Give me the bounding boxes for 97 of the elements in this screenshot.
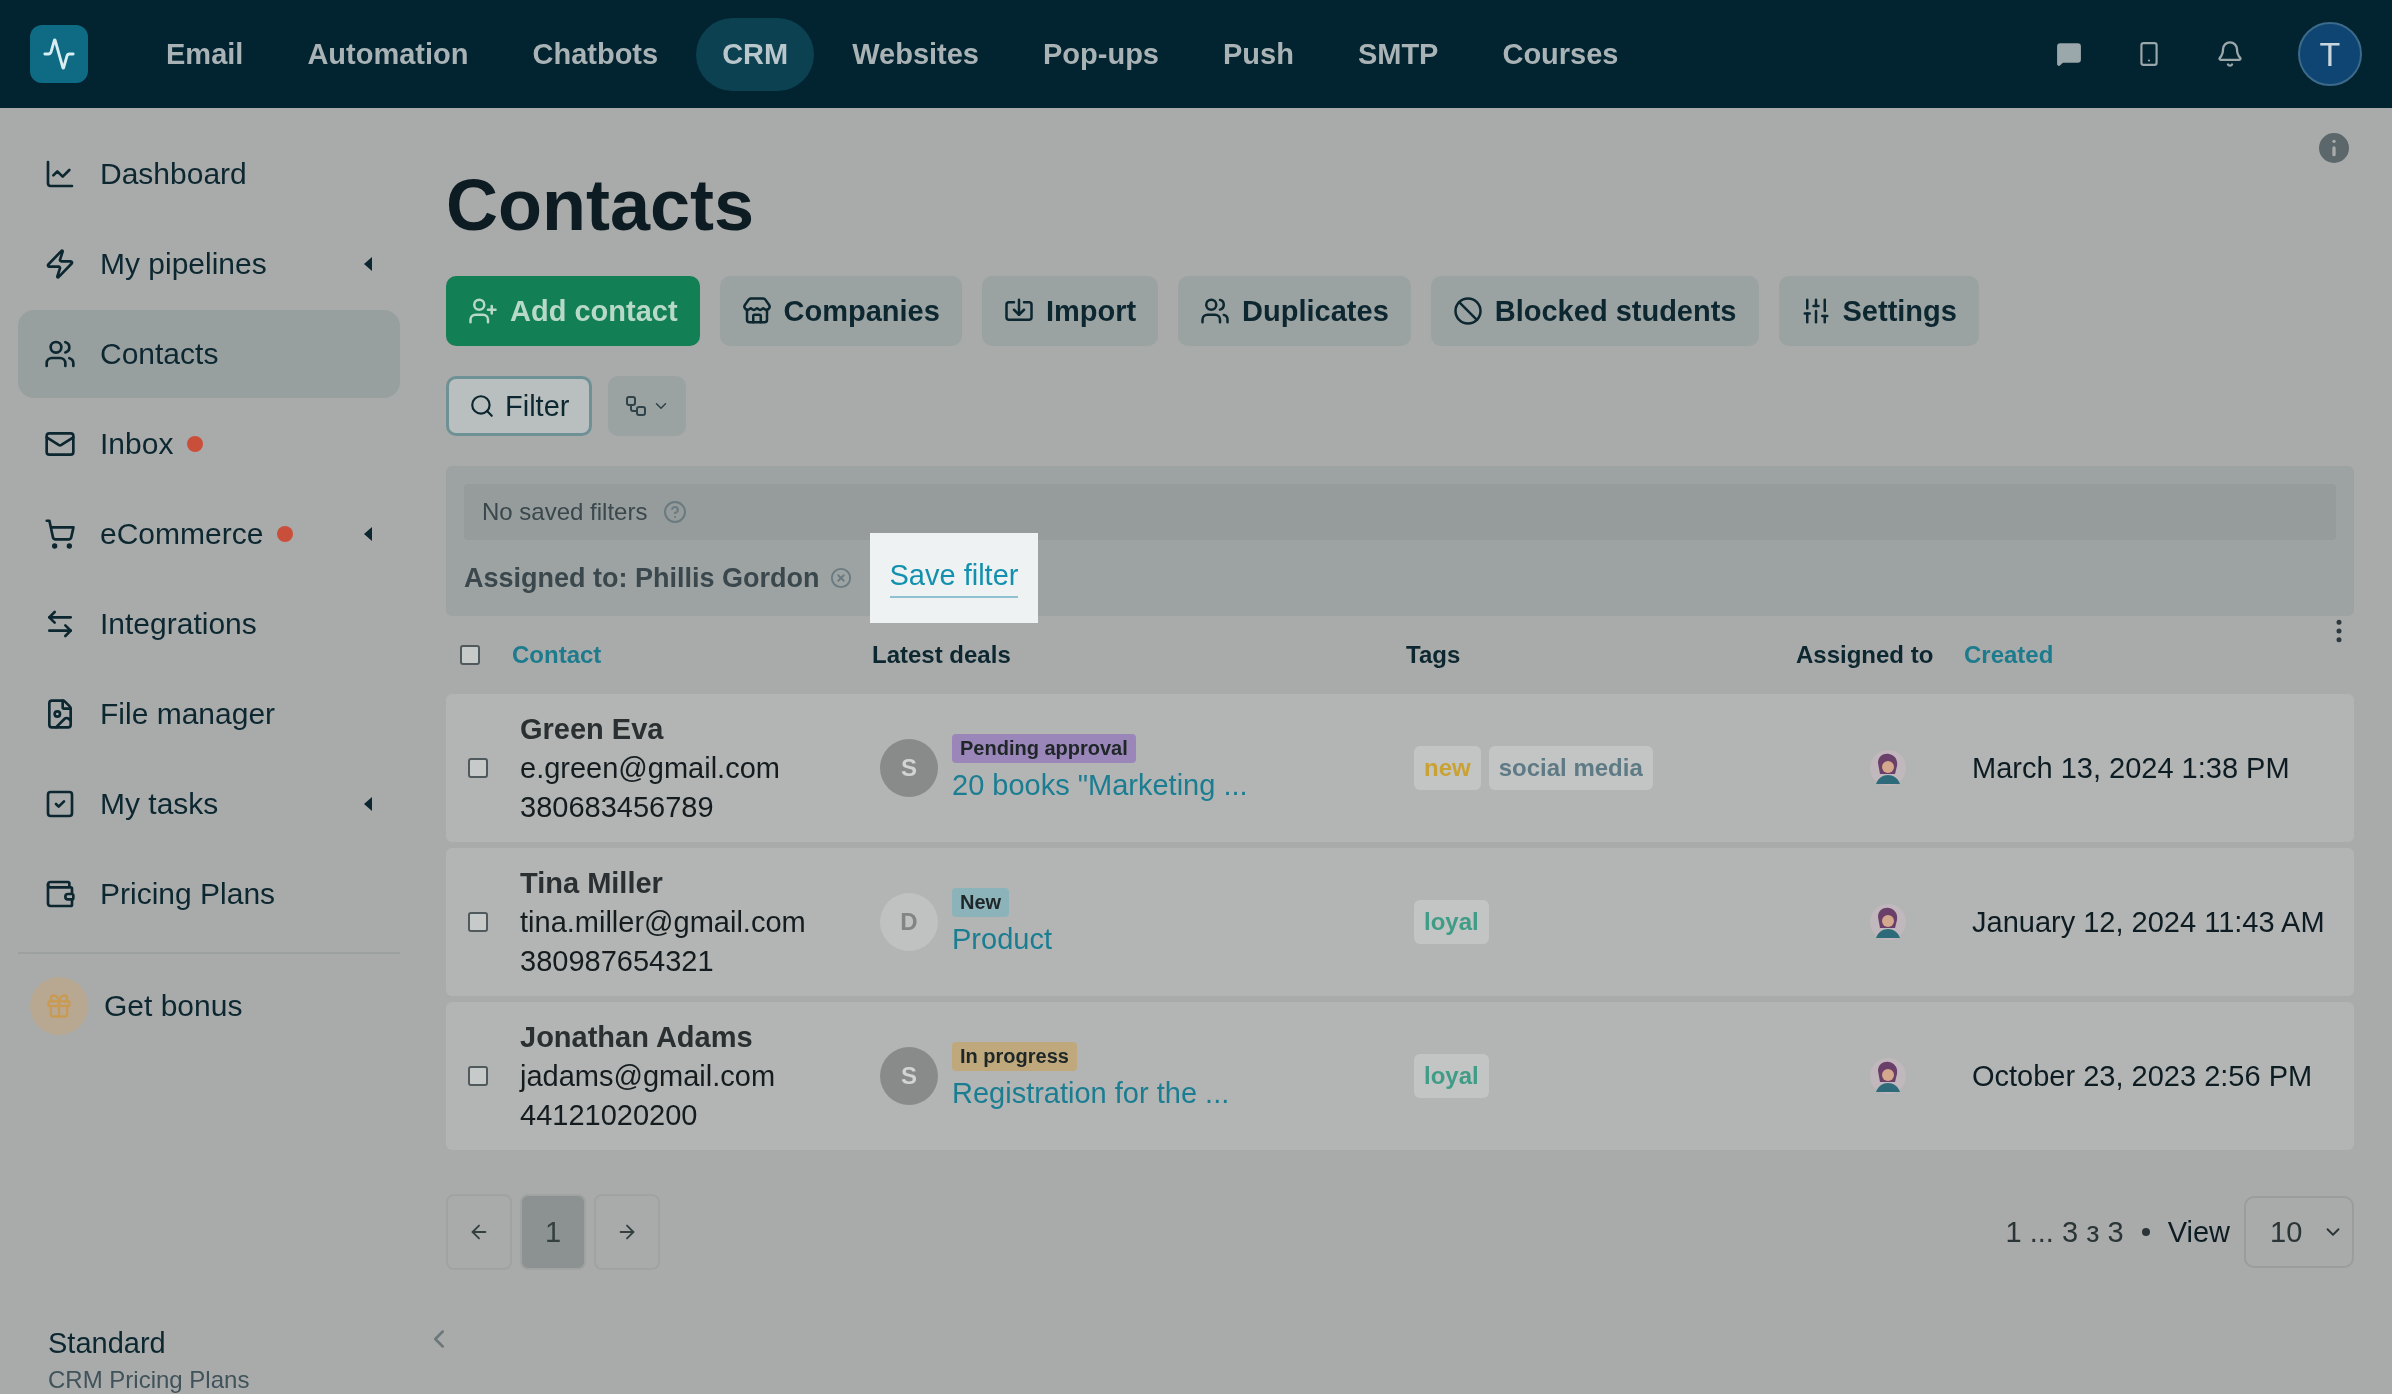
sidebar-label: eCommerce [100, 517, 264, 551]
people-icon [44, 338, 76, 370]
sidebar-label: Integrations [100, 607, 257, 641]
tag: loyal [1414, 1054, 1489, 1098]
wallet-icon [44, 878, 76, 910]
created-date: October 23, 2023 2:56 PM [1972, 1059, 2314, 1093]
nav-tab[interactable]: Websites [826, 17, 1005, 91]
created-date: January 12, 2024 11:43 AM [1972, 905, 2325, 939]
contact-email: tina.miller@gmail.com [520, 905, 807, 939]
column-header: Assigned to [1796, 641, 1935, 669]
checkbox-icon [44, 788, 76, 820]
contact-name: Tina Miller [520, 866, 664, 900]
deal-avatar: S [880, 739, 938, 797]
sidebar-item[interactable]: eCommerce [18, 490, 400, 578]
sidebar-label: Inbox [100, 427, 174, 461]
user-plus-icon [468, 296, 498, 326]
plan-name: Standard [48, 1327, 167, 1360]
action-button[interactable]: Companies [719, 276, 962, 346]
flow-icon [624, 394, 649, 418]
user-avatar-icon [1870, 750, 1906, 786]
column-header: Tags [1406, 641, 1462, 669]
created-date: March 13, 2024 1:38 PM [1972, 751, 2291, 785]
sidebar-label: Contacts [100, 337, 219, 371]
contact-phone: 44121020200 [520, 1098, 699, 1132]
sidebar-item[interactable]: My tasks [18, 760, 400, 848]
sidebar-item[interactable]: My pipelines [18, 220, 400, 308]
column-header: Latest deals [872, 641, 1012, 669]
logo-icon[interactable] [30, 25, 88, 83]
contact-name: Jonathan Adams [520, 1020, 754, 1054]
deal-status: Pending approval [952, 734, 1136, 763]
contact-phone: 380987654321 [520, 944, 715, 978]
deal-avatar: D [880, 893, 938, 951]
action-button[interactable]: Settings [1778, 276, 1979, 346]
chart-icon [44, 158, 76, 190]
row-checkbox[interactable] [468, 912, 488, 932]
user-avatar-icon [1870, 904, 1906, 940]
nav-tab[interactable]: Push [1197, 17, 1320, 91]
nav-tab[interactable]: Email [140, 17, 270, 91]
sidebar-label: File manager [100, 697, 276, 731]
page-title: Contacts [446, 164, 756, 246]
sidebar-label: My pipelines [100, 247, 267, 281]
page-summary: 1 ... 3 з 3 [2005, 1215, 2124, 1249]
bell-icon[interactable] [2216, 40, 2244, 68]
deal-status: In progress [952, 1042, 1077, 1071]
lightning-icon [44, 248, 76, 280]
nav-tab[interactable]: Pop-ups [1017, 17, 1185, 91]
sidebar-item[interactable]: Pricing Plans [18, 850, 400, 938]
sidebar-item[interactable]: Get bonus [18, 962, 400, 1050]
nav-tab[interactable]: Chatbots [506, 17, 685, 91]
sidebar-label: Dashboard [100, 157, 247, 191]
chat-icon[interactable] [2056, 41, 2082, 67]
contact-row[interactable]: Jonathan Adams jadams@gmail.com 44121020200 S In progress Registration for the ... loyal October 23, 2023 2:56 PM [446, 1002, 2354, 1150]
tag: loyal [1414, 900, 1489, 944]
nav-tab[interactable]: CRM [696, 17, 815, 91]
contact-row[interactable]: Tina Miller tina.miller@gmail.com 380987654321 D New Product loyal January 12, 2024 11:43 AM [446, 848, 2354, 996]
user-avatar[interactable]: T [2298, 22, 2362, 86]
filter-button[interactable]: Filter [446, 376, 593, 436]
nav-tab[interactable]: SMTP [1331, 17, 1465, 91]
ban-icon [1452, 296, 1483, 326]
deal-avatar: S [880, 1047, 938, 1105]
store-icon [741, 296, 772, 326]
cart-icon [44, 518, 76, 550]
row-checkbox[interactable] [468, 1066, 488, 1086]
sidebar-item[interactable]: File manager [18, 670, 400, 758]
contact-name: Green Eva [520, 712, 665, 746]
page-button[interactable]: 1 [520, 1194, 586, 1270]
nav-tab[interactable]: Automation [281, 17, 495, 91]
nav-tab[interactable]: Courses [1476, 17, 1645, 91]
flow-dropdown[interactable] [608, 376, 687, 436]
sidebar-label: Get bonus [104, 989, 243, 1023]
action-button[interactable]: Import [981, 276, 1159, 346]
select-all-checkbox[interactable] [460, 645, 480, 665]
deal-status: New [952, 888, 1010, 917]
sidebar-item[interactable]: Dashboard [18, 130, 400, 218]
sidebar-label: Pricing Plans [100, 877, 276, 911]
sidebar-item[interactable]: Inbox [18, 400, 400, 488]
sidebar-item[interactable]: Contacts [18, 310, 400, 398]
people-icon [1200, 296, 1231, 326]
tag: new [1414, 746, 1481, 790]
sidebar-item[interactable]: Integrations [18, 580, 400, 668]
action-button[interactable]: Blocked students [1430, 276, 1759, 346]
active-filter: Assigned to: Phillis Gordon [464, 562, 820, 594]
contact-row[interactable]: Green Eva e.green@gmail.com 380683456789 S Pending approval 20 books "Marketing ... new social media March 13, 2024 1:38 PM [446, 694, 2354, 842]
sidebar-label: My tasks [100, 787, 219, 821]
plan-subtitle: CRM Pricing Plans [48, 1366, 251, 1394]
contact-email: e.green@gmail.com [520, 751, 781, 785]
per-page-select[interactable]: 10 [2244, 1196, 2354, 1268]
tag: social media [1488, 746, 1653, 790]
row-checkbox[interactable] [468, 758, 488, 778]
saved-filters-text: No saved filters [482, 498, 648, 526]
action-button[interactable]: Duplicates [1178, 276, 1411, 346]
contact-phone: 380683456789 [520, 790, 715, 824]
contact-email: jadams@gmail.com [520, 1059, 777, 1093]
separator-dot [2141, 1228, 2150, 1236]
search-icon [469, 393, 495, 419]
view-label: View [2167, 1215, 2230, 1249]
user-avatar-icon [1870, 1058, 1906, 1094]
